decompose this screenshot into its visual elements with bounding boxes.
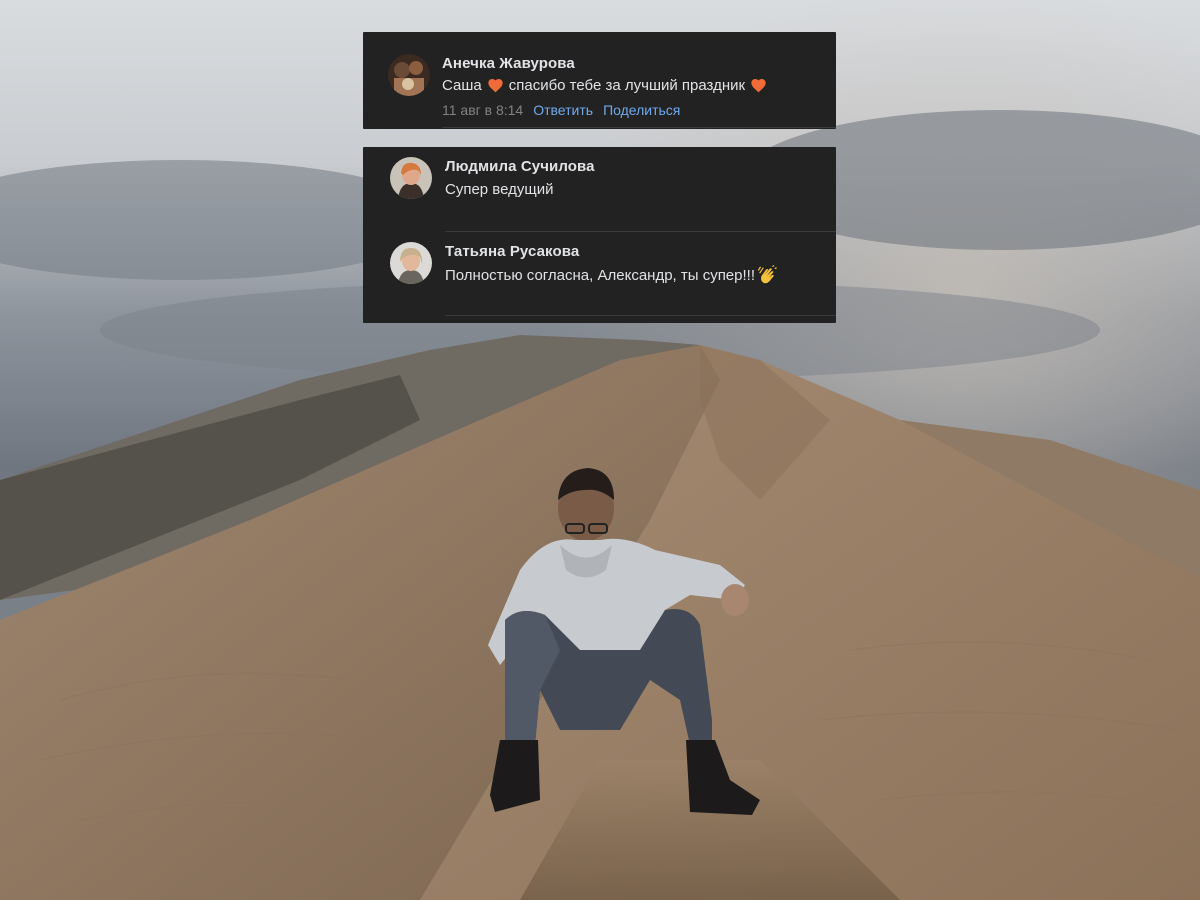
comment-author[interactable]: Анечка Жавурова <box>442 55 575 72</box>
comment-card-bottom: Людмила Сучилова Супер ведущий Татьяна Р… <box>363 147 836 323</box>
avatar[interactable] <box>388 54 430 96</box>
background-photo <box>0 0 1200 900</box>
comment-meta: 11 авг в 8:14 Ответить Поделиться <box>442 102 690 118</box>
comment-text: Супер ведущий <box>445 181 554 198</box>
comment-item: Татьяна Русакова Полностью согласна, Але… <box>363 233 836 323</box>
share-link[interactable]: Поделиться <box>603 102 680 118</box>
avatar[interactable] <box>390 242 432 284</box>
divider <box>442 127 836 128</box>
divider <box>445 315 836 316</box>
heart-emoji-icon <box>751 79 766 93</box>
comment-item: Анечка Жавурова Саша спасибо тебе за луч… <box>363 32 836 129</box>
avatar[interactable] <box>390 157 432 199</box>
comment-text: Саша спасибо тебе за лучший праздник <box>442 77 772 94</box>
comment-card-top: Анечка Жавурова Саша спасибо тебе за луч… <box>363 32 836 129</box>
comment-text-part: Саша <box>442 77 482 94</box>
avatar-photo-icon <box>390 157 432 199</box>
heart-emoji-icon <box>488 79 503 93</box>
comment-author[interactable]: Людмила Сучилова <box>445 158 595 175</box>
clapping-hands-emoji-icon <box>757 264 777 284</box>
comment-text: Полностью согласна, Александр, ты супер!… <box>445 264 778 286</box>
comment-author[interactable]: Татьяна Русакова <box>445 243 579 260</box>
avatar-photo-icon <box>388 54 430 96</box>
comment-text-part: спасибо тебе за лучший праздник <box>508 77 746 94</box>
comment-text-part: Полностью согласна, Александр, ты супер!… <box>445 266 755 284</box>
reply-link[interactable]: Ответить <box>533 102 593 118</box>
divider <box>445 231 836 232</box>
avatar-photo-icon <box>390 242 432 284</box>
comment-item: Людмила Сучилова Супер ведущий <box>363 147 836 233</box>
comment-date[interactable]: 11 авг в 8:14 <box>442 102 523 118</box>
